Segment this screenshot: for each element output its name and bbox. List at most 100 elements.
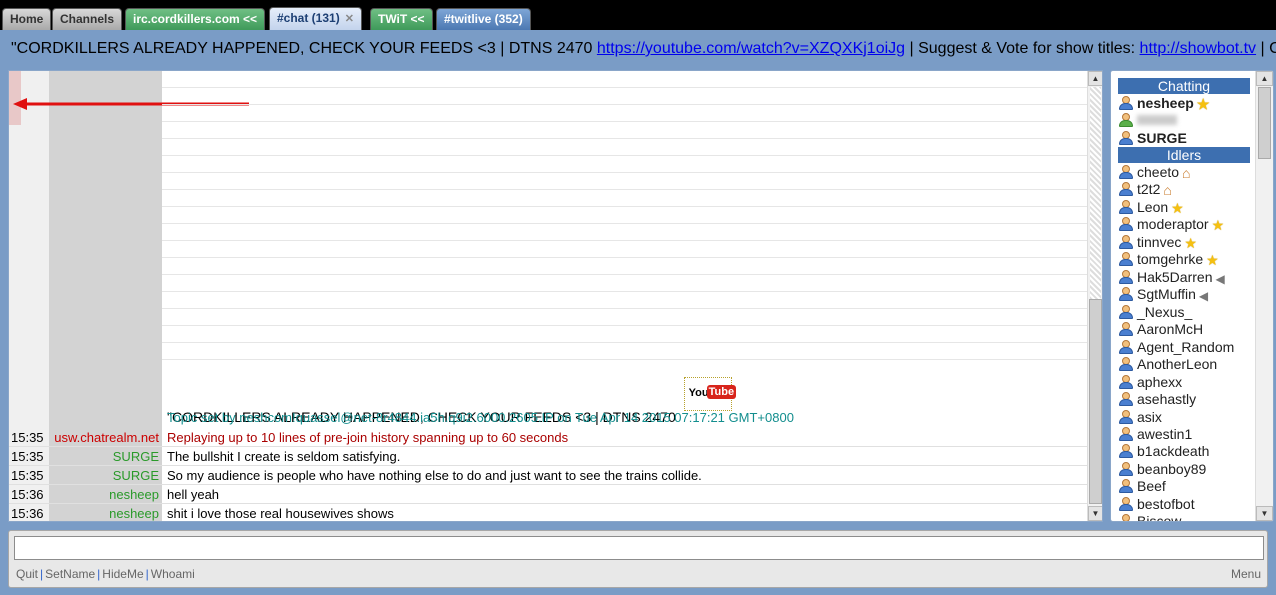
nicklist-item[interactable]: AnotherLeon	[1119, 356, 1217, 373]
home-icon: ⌂	[1163, 182, 1172, 198]
tab-network-twit[interactable]: TWiT <<	[370, 8, 433, 30]
chat-scrollbar[interactable]: ▲ ▼	[1087, 71, 1102, 521]
message-input[interactable]	[14, 536, 1264, 560]
scroll-down-icon[interactable]: ▼	[1088, 506, 1102, 521]
nick-label: asix	[1137, 409, 1162, 425]
chat-row: 15:35 usw.chatrealm.net Replaying up to …	[9, 428, 1087, 447]
nick-label: _Nexus_	[1137, 304, 1193, 320]
message-nick[interactable]: usw.chatrealm.net	[49, 430, 159, 445]
scroll-up-icon[interactable]: ▲	[1256, 71, 1273, 86]
scroll-down-icon[interactable]: ▼	[1256, 506, 1273, 521]
empty-row	[162, 87, 1087, 88]
user-icon	[1119, 479, 1133, 493]
star-icon: ★	[1184, 235, 1197, 251]
scroll-up-icon[interactable]: ▲	[1088, 71, 1102, 86]
close-icon[interactable]: ✕	[345, 12, 354, 25]
nicklist-item[interactable]: t2t2 ⌂	[1119, 181, 1172, 198]
topic-set-message: Topic set by neshcom!quassel@net-8r4844.…	[167, 410, 794, 425]
topic-link-youtube[interactable]: https://youtube.com/watch?v=XZQXKj1oiJg	[597, 40, 905, 57]
message-nick[interactable]: nesheep	[49, 506, 159, 521]
nick-label: t2t2	[1137, 181, 1161, 197]
nick-label: SgtMuffin	[1137, 286, 1196, 302]
scroll-thumb[interactable]	[1258, 87, 1271, 159]
tab-label: #twitlive (352)	[444, 12, 523, 26]
nicklist-item[interactable]: _Nexus_	[1119, 304, 1192, 321]
tab-chat[interactable]: #chat (131) ✕	[269, 7, 362, 30]
nicklist-group-header: Idlers	[1118, 147, 1250, 163]
nicklist-item[interactable]: SURGE	[1119, 130, 1187, 147]
nicklist-item[interactable]: Beef	[1119, 478, 1166, 495]
tab-label: Home	[10, 12, 44, 26]
nicklist-item[interactable]: b1ackdeath	[1119, 443, 1209, 460]
topic-link-showbot[interactable]: http://showbot.tv	[1140, 40, 1257, 57]
menu-button[interactable]: Menu	[1231, 567, 1261, 581]
nicklist-item[interactable]: asehastly	[1119, 391, 1196, 408]
nicklist-item[interactable]	[1119, 112, 1177, 129]
empty-row	[162, 104, 1087, 105]
topic-text: "CORDKILLERS ALREADY HAPPENED, CHECK YOU…	[11, 40, 597, 57]
nicklist-item[interactable]: Leon ★	[1119, 199, 1184, 216]
setname-link[interactable]: SetName	[45, 567, 95, 581]
whoami-link[interactable]: Whoami	[151, 567, 195, 581]
nicklist-item[interactable]: Biscow	[1119, 513, 1181, 521]
tab-home[interactable]: Home	[2, 8, 52, 30]
message-nick[interactable]: SURGE	[49, 449, 159, 464]
nicklist-panel: Chatting nesheep ★ SURGE Idlers cheeto ⌂ t…	[1110, 70, 1274, 522]
topic-text: | Caler	[1260, 40, 1276, 57]
nicklist-item[interactable]: tomgehrke ★	[1119, 251, 1219, 268]
tab-twitlive[interactable]: #twitlive (352)	[436, 8, 531, 30]
nick-label: moderaptor	[1137, 216, 1209, 232]
scroll-thumb[interactable]	[1089, 299, 1102, 504]
user-icon	[1119, 182, 1133, 196]
empty-row	[162, 155, 1087, 156]
chat-row: 15:36 nesheep hell yeah	[9, 485, 1087, 504]
empty-row	[162, 206, 1087, 207]
tab-label: irc.cordkillers.com <<	[133, 12, 258, 26]
nick-label: nesheep	[1137, 95, 1194, 111]
nicklist-item[interactable]: awestin1	[1119, 426, 1192, 443]
nicklist-item[interactable]: tinnvec ★	[1119, 234, 1197, 251]
nicklist-item[interactable]: beanboy89	[1119, 461, 1206, 478]
nicklist-item[interactable]: AaronMcH	[1119, 321, 1203, 338]
nicklist-item[interactable]: Hak5Darren ◀	[1119, 269, 1225, 286]
star-icon: ★	[1211, 217, 1225, 233]
message-nick[interactable]: SURGE	[49, 468, 159, 483]
channel-topic: "CORDKILLERS ALREADY HAPPENED, CHECK YOU…	[0, 30, 1276, 70]
tab-network-cordkillers[interactable]: irc.cordkillers.com <<	[125, 8, 266, 30]
nicklist-item[interactable]: bestofbot	[1119, 496, 1195, 513]
empty-row	[162, 189, 1087, 190]
nicklist-item[interactable]: asix	[1119, 409, 1162, 426]
user-icon	[1119, 217, 1133, 231]
nicklist-item[interactable]: nesheep ★	[1119, 95, 1209, 112]
youtube-logo[interactable]: You Tube	[683, 377, 737, 411]
nick-label: tomgehrke	[1137, 251, 1204, 267]
tab-channels[interactable]: Channels	[52, 8, 123, 30]
user-icon	[1119, 287, 1133, 301]
quit-link[interactable]: Quit	[16, 567, 38, 581]
user-icon	[1119, 235, 1133, 249]
user-icon	[1119, 410, 1133, 424]
star-icon: ★	[1171, 200, 1184, 216]
nick-label: Beef	[1137, 478, 1166, 494]
nick-label: asehastly	[1137, 391, 1197, 407]
chat-row: 15:36 nesheep shit i love those real hou…	[9, 504, 1087, 521]
message-nick[interactable]: nesheep	[49, 487, 159, 502]
empty-row	[162, 325, 1087, 326]
hideme-link[interactable]: HideMe	[102, 567, 143, 581]
nicklist-item[interactable]: cheeto ⌂	[1119, 164, 1191, 181]
nicklist-item[interactable]: SgtMuffin ◀	[1119, 286, 1208, 303]
message-time: 15:35	[11, 449, 44, 464]
bottom-links: Quit | SetName | HideMe | Whoami	[16, 567, 195, 581]
user-icon	[1119, 113, 1133, 127]
nick-label: bestofbot	[1137, 496, 1195, 512]
nicklist-item[interactable]: Agent_Random	[1119, 339, 1234, 356]
nicklist-scrollbar[interactable]: ▲ ▼	[1255, 71, 1273, 521]
topic-text: | Suggest & Vote for show titles:	[905, 40, 1140, 57]
nick-label: cheeto	[1137, 164, 1180, 180]
message-text: Replaying up to 10 lines of pre-join his…	[167, 430, 569, 445]
nicklist-item[interactable]: aphexx	[1119, 374, 1182, 391]
scroll-track[interactable]	[1090, 87, 1101, 299]
nick-label: SURGE	[1137, 130, 1187, 146]
nicklist-item[interactable]: moderaptor ★	[1119, 216, 1224, 233]
user-icon	[1119, 514, 1133, 521]
